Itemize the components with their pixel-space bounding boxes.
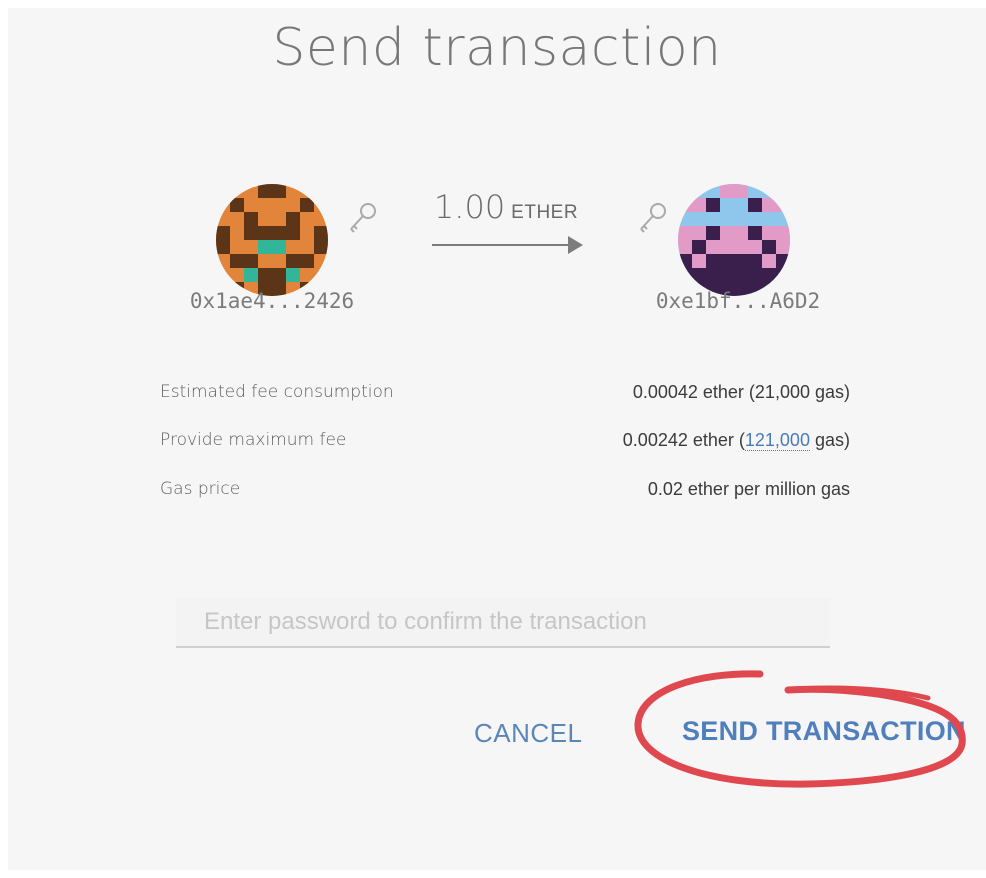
gas-price-label: Gas price <box>160 479 241 499</box>
recipient-key-icon <box>634 198 672 236</box>
estimated-fee-row: Estimated fee consumption 0.00042 ether … <box>160 382 850 410</box>
sender-address: 0x1ae4...2426 <box>189 289 355 313</box>
gas-price-row: Gas price 0.02 ether per million gas <box>160 479 850 507</box>
transfer-amount: 1.00 ETHER <box>426 188 586 226</box>
send-transaction-button[interactable]: SEND TRANSACTION <box>682 716 966 747</box>
maximum-fee-suffix: gas) <box>809 430 850 450</box>
amount-value: 1.00 <box>433 188 506 226</box>
gas-amount-link[interactable]: 121,000 <box>744 430 810 451</box>
send-transaction-dialog: Send transaction 0x1ae4...2426 1.00 ETHE… <box>8 8 986 870</box>
cancel-button[interactable]: CANCEL <box>474 718 582 749</box>
recipient-address: 0xe1bf...A6D2 <box>655 289 821 313</box>
maximum-fee-label: Provide maximum fee <box>160 430 347 450</box>
transfer-arrow-icon <box>432 236 583 254</box>
estimated-fee-value: 0.00042 ether (21,000 gas) <box>632 382 850 402</box>
sender-identicon <box>216 184 328 296</box>
sender-key-icon <box>344 198 382 236</box>
gas-price-value: 0.02 ether per million gas <box>647 479 850 499</box>
maximum-fee-value: 0.00242 ether (121,000 gas) <box>623 430 850 451</box>
amount-unit: ETHER <box>511 202 579 223</box>
maximum-fee-row: Provide maximum fee 0.00242 ether (121,0… <box>160 430 850 458</box>
page-title: Send transaction <box>272 18 722 78</box>
estimated-fee-label: Estimated fee consumption <box>160 382 394 402</box>
maximum-fee-prefix: 0.00242 ether ( <box>622 430 745 450</box>
recipient-identicon <box>678 184 790 296</box>
password-input[interactable] <box>176 598 830 648</box>
